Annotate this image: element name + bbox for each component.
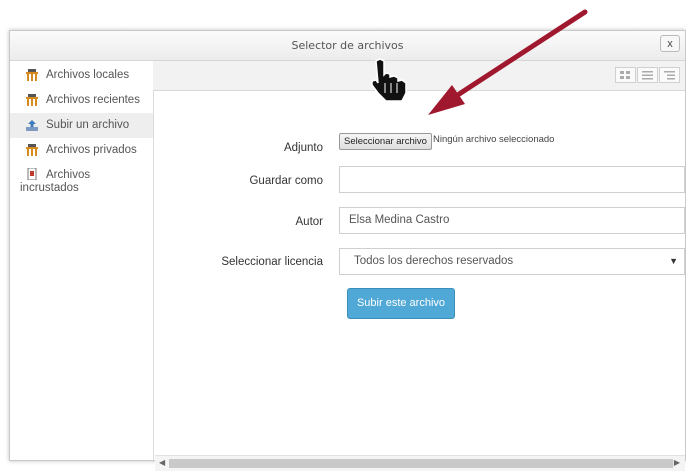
repository-icon <box>26 144 38 156</box>
choose-file-button[interactable]: Seleccionar archivo <box>339 133 432 150</box>
repository-sidebar: Archivos locales Archivos recientes Subi… <box>10 61 154 460</box>
tree-view-button[interactable] <box>659 67 680 83</box>
horizontal-scrollbar[interactable]: ◀ ▶ <box>155 455 685 471</box>
sidebar-item-upload-file[interactable]: Subir un archivo <box>10 113 153 138</box>
author-label: Autor <box>295 216 324 228</box>
grid-view-button[interactable] <box>615 67 636 83</box>
tree-view-icon <box>664 71 675 80</box>
dialog-titlebar: Selector de archivos x <box>10 31 685 61</box>
repository-icon <box>26 69 38 81</box>
save-as-label: Guardar como <box>249 175 323 187</box>
sidebar-item-private-files[interactable]: Archivos privados <box>10 138 153 163</box>
license-selected-value: Todos los derechos reservados <box>354 255 514 267</box>
sidebar-item-label: Archivos <box>46 169 91 181</box>
sidebar-item-label: Archivos locales <box>46 69 130 81</box>
license-select[interactable]: Todos los derechos reservados ▼ <box>339 248 685 275</box>
sidebar-item-embedded-files[interactable]: Archivos incrustados <box>10 163 153 201</box>
grid-view-icon <box>620 71 630 79</box>
attachment-label: Adjunto <box>283 142 323 154</box>
view-switcher <box>615 67 685 85</box>
scroll-left-icon[interactable]: ◀ <box>159 458 165 467</box>
upload-file-button[interactable]: Subir este archivo <box>347 288 455 319</box>
list-view-button[interactable] <box>637 67 658 83</box>
sidebar-item-label-line2: incrustados <box>20 182 79 194</box>
repository-icon <box>26 94 38 106</box>
scroll-right-icon[interactable]: ▶ <box>674 458 680 467</box>
sidebar-item-local-files[interactable]: Archivos locales <box>10 63 153 88</box>
file-status-text: Ningún archivo seleccionado <box>433 134 555 145</box>
list-view-icon <box>642 71 653 80</box>
file-picker-dialog: Selector de archivos x Archivos locales … <box>9 30 686 471</box>
hand-pointer-icon <box>371 58 407 102</box>
page-background <box>0 0 686 30</box>
close-button[interactable]: x <box>660 35 680 52</box>
sidebar-item-label: Subir un archivo <box>46 119 130 131</box>
sidebar-item-label: Archivos privados <box>46 144 137 156</box>
author-field[interactable]: Elsa Medina Castro <box>339 207 685 234</box>
sidebar-item-label: Archivos recientes <box>46 94 140 106</box>
license-label: Seleccionar licencia <box>221 256 323 268</box>
dropdown-arrow-icon: ▼ <box>669 256 678 266</box>
scrollbar-thumb[interactable] <box>169 459 673 468</box>
sidebar-item-recent-files[interactable]: Archivos recientes <box>10 88 153 113</box>
upload-panel: Adjunto Seleccionar archivo Ningún archi… <box>153 61 685 471</box>
save-as-field[interactable] <box>339 166 685 193</box>
document-icon <box>27 168 37 180</box>
view-toolbar <box>153 61 685 91</box>
dialog-title: Selector de archivos <box>291 39 404 52</box>
upload-icon <box>26 120 38 131</box>
